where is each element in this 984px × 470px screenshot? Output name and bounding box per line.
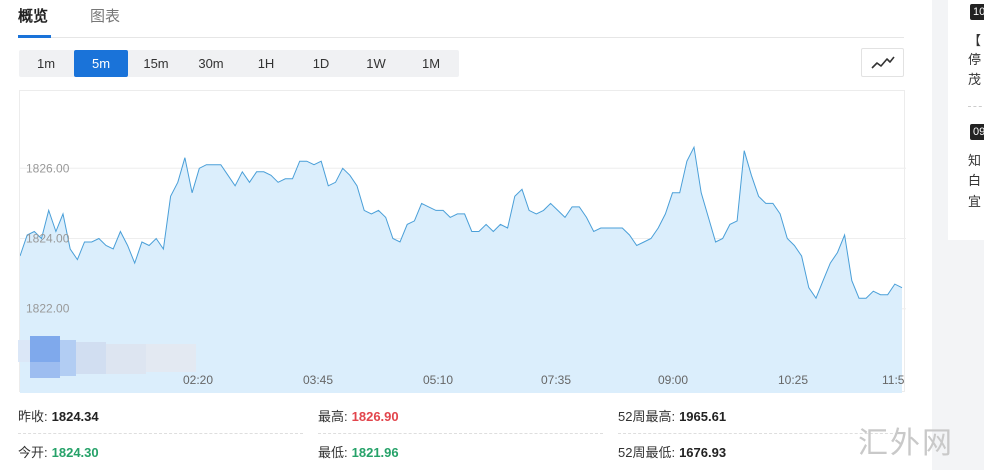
stat-high: 最高: 1826.90	[318, 400, 603, 434]
time-range-selector: 1m 5m 15m 30m 1H 1D 1W 1M	[19, 50, 459, 77]
chart-type-toggle-button[interactable]	[861, 48, 904, 77]
stat-low: 最低: 1821.96	[318, 436, 603, 470]
stat-value: 1824.34	[51, 409, 99, 424]
y-axis-tick-label: 1826.00	[26, 161, 70, 175]
tab-overview[interactable]: 概览	[18, 6, 48, 26]
price-stats: 昨收: 1824.34 最高: 1826.90 52周最高: 1965.61 今开: 1…	[18, 400, 908, 470]
stat-label: 52周最低:	[618, 445, 676, 460]
x-axis-tick-label: 11:5	[882, 373, 905, 387]
x-axis-tick-label: 07:35	[541, 373, 571, 387]
stat-label: 最低:	[318, 445, 348, 460]
news-text[interactable]: 【	[968, 32, 981, 52]
news-sidebar: 10 【 停 茂 09 知 白 宜	[948, 0, 984, 240]
main-panel: 概览 图表 1m 5m 15m 30m 1H 1D 1W 1M 1826.00 1…	[0, 0, 932, 470]
range-button-1h[interactable]: 1H	[239, 50, 293, 77]
news-text[interactable]: 停	[968, 51, 981, 71]
range-button-1w[interactable]: 1W	[349, 50, 403, 77]
x-axis-tick-label: 09:00	[658, 373, 688, 387]
stat-label: 昨收:	[18, 409, 48, 424]
stat-label: 52周最高:	[618, 409, 676, 424]
stat-open: 今开: 1824.30	[18, 436, 303, 470]
news-text[interactable]: 白	[968, 172, 981, 192]
x-axis-tick-label: 10:25	[778, 373, 808, 387]
range-button-1d[interactable]: 1D	[294, 50, 348, 77]
view-tabs: 概览 图表	[18, 0, 904, 38]
news-text[interactable]: 宜	[968, 193, 981, 213]
stat-value: 1821.96	[351, 445, 399, 460]
active-tab-indicator	[18, 35, 51, 38]
x-axis-tick-label: 03:45	[303, 373, 333, 387]
stat-value: 1965.61	[679, 409, 727, 424]
stat-prev-close: 昨收: 1824.34	[18, 400, 303, 434]
stat-value: 1826.90	[351, 409, 399, 424]
range-button-30m[interactable]: 30m	[184, 50, 238, 77]
price-chart: 1826.00 1824.00 1822.00 02:20 03:45 05:10 07:3…	[19, 90, 906, 393]
line-chart-icon	[870, 56, 895, 69]
y-axis-tick-label: 1822.00	[26, 302, 70, 316]
stat-label: 今开:	[18, 445, 48, 460]
x-axis-tick-label: 02:20	[183, 373, 213, 387]
news-text[interactable]: 知	[968, 152, 981, 172]
stat-label: 最高:	[318, 409, 348, 424]
range-button-15m[interactable]: 15m	[129, 50, 183, 77]
x-axis-tick-label: 05:10	[423, 373, 453, 387]
news-text[interactable]: 茂	[968, 71, 981, 91]
stat-value: 1676.93	[679, 445, 727, 460]
tab-chart[interactable]: 图表	[90, 6, 120, 26]
news-divider	[968, 106, 984, 107]
price-area-fill	[20, 147, 902, 393]
range-button-1m[interactable]: 1m	[19, 50, 73, 77]
price-chart-svg: 1826.00 1824.00 1822.00 02:20 03:45 05:10 07:3…	[20, 145, 906, 393]
news-time-badge: 09	[970, 124, 984, 140]
y-axis-tick-label: 1824.00	[26, 231, 70, 245]
range-button-1mo[interactable]: 1M	[404, 50, 458, 77]
range-button-5m[interactable]: 5m	[74, 50, 128, 77]
stat-value: 1824.30	[51, 445, 99, 460]
news-time-badge: 10	[970, 4, 984, 20]
site-watermark: 汇外网	[858, 426, 954, 461]
